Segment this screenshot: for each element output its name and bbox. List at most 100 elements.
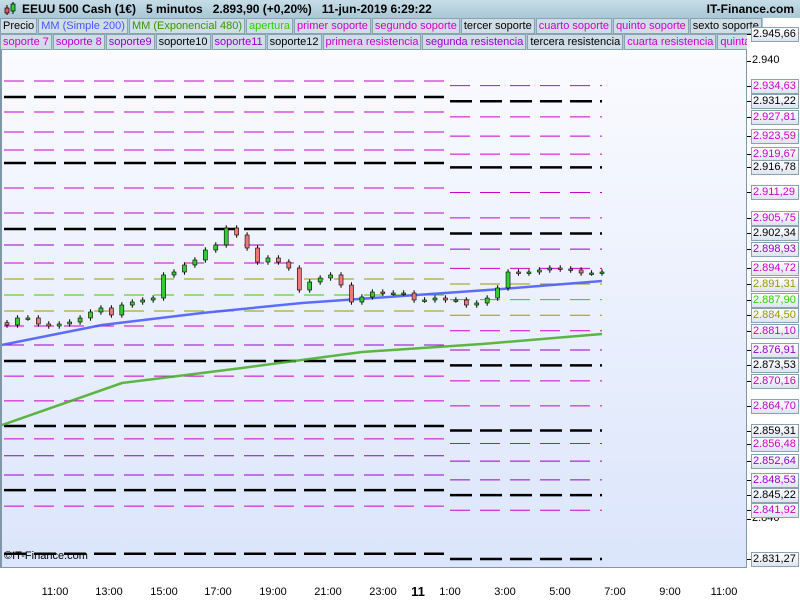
candle [46, 323, 52, 327]
candle [317, 277, 323, 283]
legend-item[interactable]: soporte 7 [0, 34, 52, 50]
candle [599, 271, 605, 274]
candle [547, 267, 553, 271]
chart-title: EEUU 500 Cash (1€) 5 minutos 2.893,90 (+… [22, 2, 432, 16]
candle [36, 317, 41, 325]
x-tick-label: 5:00 [549, 586, 571, 598]
x-tick-label: 19:00 [259, 586, 287, 598]
candle [307, 281, 313, 291]
legend-item[interactable]: soporte11 [211, 34, 266, 50]
candle [443, 297, 448, 301]
candle [338, 274, 344, 286]
legend-item[interactable]: soporte 8 [52, 34, 105, 50]
candle [255, 247, 260, 263]
level-price-label: 2.887,90 [747, 292, 799, 308]
level-price-label: 2.891,31 [747, 277, 799, 292]
legend-item[interactable]: quinto soporte [613, 18, 689, 34]
candle [495, 287, 500, 299]
x-tick-label: 21:00 [314, 586, 342, 598]
candle [484, 297, 490, 304]
level-price-label: 2.864,70 [747, 398, 799, 414]
level-price-label: 2.831,27 [747, 551, 799, 567]
candle [505, 271, 511, 289]
candle [56, 323, 62, 327]
candle [370, 291, 375, 298]
candlestick-icon [4, 2, 16, 15]
candle [296, 267, 302, 291]
level-price-label: 2.894,72 [747, 261, 799, 277]
x-tick-label: 23:00 [369, 586, 397, 598]
level-price-label: 2.870,16 [747, 373, 799, 389]
level-price-label: 2.916,78 [747, 160, 799, 176]
x-tick-label: 7:00 [604, 586, 626, 598]
level-price-label: 2.931,22 [747, 94, 799, 110]
candle [516, 271, 521, 274]
legend-item[interactable]: soporte10 [155, 34, 211, 50]
level-price-label: 2.848,53 [747, 472, 799, 488]
legend-item[interactable]: soporte9 [105, 34, 155, 50]
candle [349, 284, 354, 303]
candle [422, 299, 427, 302]
legend-item[interactable]: primer soporte [293, 18, 371, 34]
candle [88, 311, 93, 319]
level-price-label: 2.856,48 [747, 436, 799, 452]
candle [474, 302, 480, 306]
candle [119, 304, 125, 316]
candle [276, 257, 281, 263]
level-price-label: 2.845,22 [747, 488, 799, 504]
legend-item[interactable]: tercera resistencia [527, 34, 624, 50]
candle [77, 317, 83, 323]
candle [578, 269, 584, 274]
x-tick-label: 1:00 [439, 586, 461, 598]
level-price-label: 2.923,59 [747, 129, 799, 145]
x-tick-label: 11 [411, 584, 425, 599]
legend-item[interactable]: MM (Exponencial 480) [128, 18, 245, 34]
candle [244, 234, 250, 249]
candle [432, 297, 438, 301]
candle [234, 227, 239, 236]
candle [557, 267, 563, 270]
x-tick-label: 9:00 [659, 586, 681, 598]
candle [213, 244, 219, 251]
copyright: ©IT-Finance.com [4, 550, 88, 562]
candle [401, 292, 406, 295]
level-price-label: 2.873,53 [747, 358, 799, 374]
chart-plot-area[interactable] [0, 50, 747, 568]
legend-item[interactable]: MM (Simple 200) [38, 18, 128, 34]
candle [15, 317, 20, 326]
legend-item[interactable]: cuarta resistencia [624, 34, 717, 50]
legend-item[interactable]: Precio [0, 18, 38, 34]
level-price-label: 2.905,75 [747, 210, 799, 226]
legend-item[interactable]: segunda resistencia [422, 34, 527, 50]
candle [67, 321, 72, 325]
legend-row-2: soporte 7 soporte 8 soporte9 soporte10 sopor… [0, 34, 747, 50]
candle [203, 249, 208, 261]
title-bar: EEUU 500 Cash (1€) 5 minutos 2.893,90 (+… [0, 0, 800, 18]
candle [223, 227, 229, 246]
candle [150, 297, 156, 301]
candle [265, 257, 271, 263]
candle [286, 261, 292, 269]
legend-item[interactable]: tercer soporte [460, 18, 535, 34]
candle [25, 317, 31, 320]
candle [526, 271, 532, 274]
candle [390, 292, 396, 295]
x-tick-label: 11:00 [41, 586, 69, 598]
level-price-label: 2.911,29 [747, 185, 799, 201]
legend-item[interactable]: quinta res [717, 34, 747, 50]
x-tick-label: 13:00 [95, 586, 123, 598]
legend-item[interactable]: segundo soporte [371, 18, 460, 34]
candle [537, 269, 542, 273]
candle [589, 272, 594, 275]
legend-item[interactable]: cuarto soporte [535, 18, 613, 34]
legend-item[interactable]: apertura [246, 18, 293, 34]
legend-item[interactable]: soporte12 [266, 34, 322, 50]
price-label: 2.945,66 [747, 27, 799, 42]
ema480-line [2, 332, 603, 427]
x-tick-label: 3:00 [494, 586, 516, 598]
level-price-label: 2.927,81 [747, 109, 799, 125]
level-price-label: 2.841,92 [747, 503, 799, 519]
level-price-label: 2.881,10 [747, 323, 799, 339]
candle [109, 307, 114, 316]
legend-item[interactable]: primera resistencia [322, 34, 422, 50]
